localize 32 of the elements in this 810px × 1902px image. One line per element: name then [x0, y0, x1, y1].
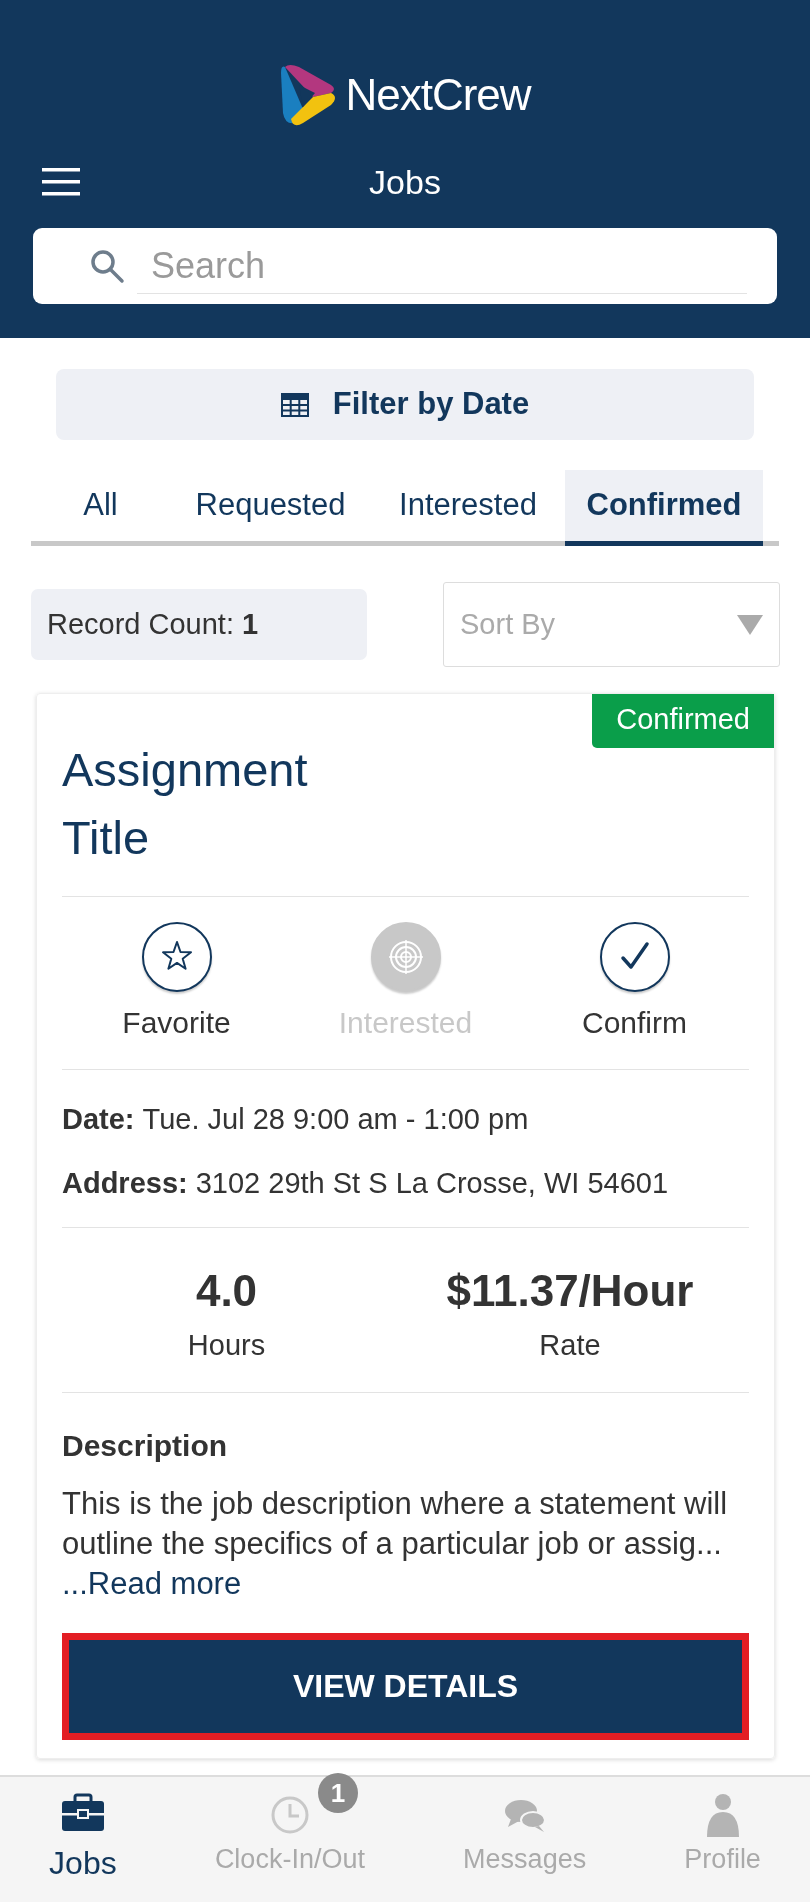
detail-value: 3102 29th St S La Crosse, WI 54601 [195, 1165, 669, 1201]
brand-name: NextCrew [345, 69, 531, 121]
stat-value: 4.0 [195, 1265, 258, 1318]
filter-button[interactable]: Filter by Date [56, 369, 754, 440]
view-details-button[interactable]: VIEW DETAILS [62, 1632, 749, 1740]
nav-tab[interactable]: Jobs [0, 1777, 166, 1902]
action-label: Confirm [582, 1005, 687, 1042]
record-count-value: 1 [242, 606, 259, 642]
menu-icon[interactable] [42, 168, 80, 196]
page-title: Jobs [369, 161, 441, 203]
record-count-label: Record Count: [47, 606, 234, 642]
action-label: Favorite [122, 1005, 231, 1042]
tab[interactable]: All [31, 470, 170, 546]
stat-value: $11.37/Hour [446, 1265, 694, 1318]
table-icon [280, 392, 309, 417]
tab[interactable]: Confirmed [565, 470, 763, 546]
count-badge: 1 [317, 1773, 358, 1813]
detail-label: Address: [62, 1165, 188, 1201]
detail-value: Tue. Jul 28 9:00 am - 1:00 pm [142, 1102, 529, 1138]
detail-label: Date: [62, 1102, 135, 1138]
tab[interactable]: Interested [371, 470, 565, 546]
stat-label: Rate [539, 1328, 601, 1364]
job-title: Assignment Title [62, 742, 309, 867]
caret-icon [737, 614, 763, 635]
search-icon [89, 248, 125, 284]
description-heading: Description [62, 1427, 229, 1464]
stat-label: Hours [187, 1328, 266, 1364]
search-field[interactable]: Search [33, 228, 777, 304]
read-more-link[interactable]: ...Read more [62, 1566, 242, 1602]
description-text: This is the job description where a statement will outline the specifics of a particular job or assig... ...Read more [62, 1484, 729, 1604]
tab[interactable]: Requested [170, 470, 371, 546]
status-badge: Confirmed [592, 694, 774, 748]
